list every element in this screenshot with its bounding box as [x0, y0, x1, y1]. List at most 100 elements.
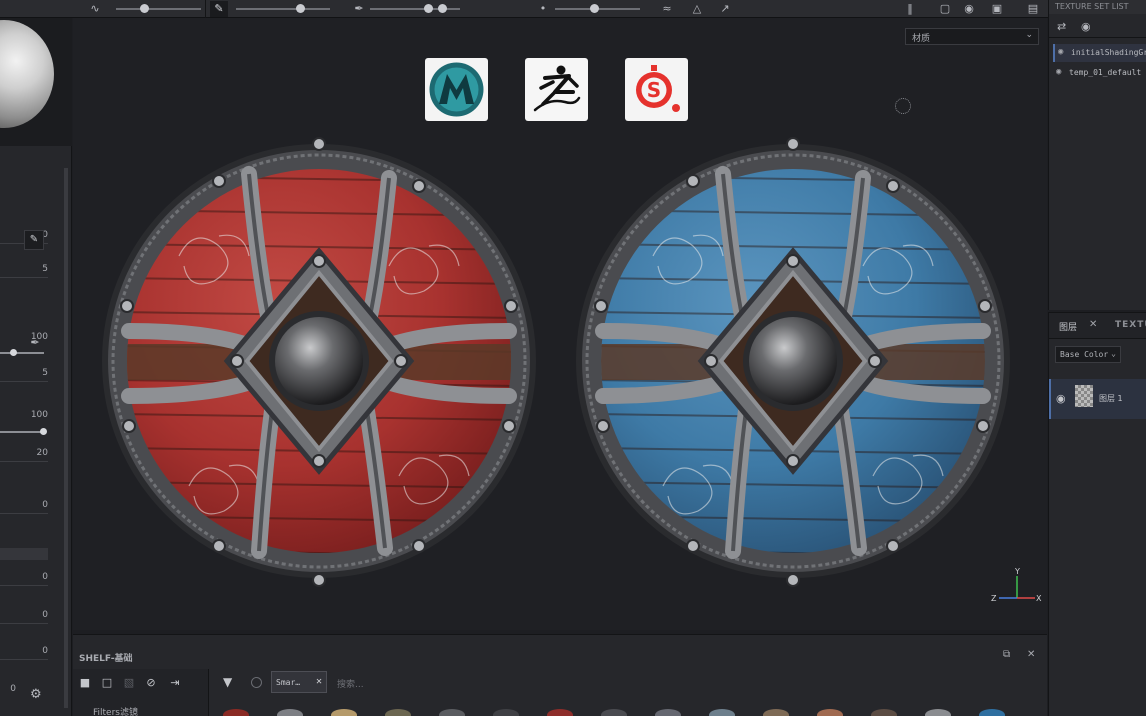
layer-name[interactable]: 图层 1 — [1099, 393, 1123, 404]
stroke-value[interactable]: 5 — [42, 368, 48, 378]
texture-set-item[interactable]: ◉ temp_01_default — [1053, 64, 1146, 82]
delete-icon[interactable]: ▧ — [121, 675, 137, 691]
jitter-property[interactable]: 0 — [0, 570, 60, 586]
spacing-property[interactable]: 5 — [0, 262, 60, 278]
property-underline — [0, 381, 48, 382]
texture-set-toolbar: ⇄ ◉ — [1049, 16, 1146, 38]
material-swatch[interactable] — [277, 709, 303, 716]
layer-row[interactable]: ◉ 图层 1 — [1049, 379, 1146, 419]
filter-icon[interactable]: ▼ — [223, 675, 232, 689]
chevron-down-icon: ⌄ — [1111, 349, 1116, 358]
tab-layers[interactable]: 图层 — [1059, 320, 1077, 333]
toolbar-flow-knob[interactable] — [296, 4, 305, 13]
material-swatch[interactable] — [493, 709, 519, 716]
angle-property[interactable]: 0 — [0, 498, 60, 514]
opacity-slider[interactable] — [0, 431, 44, 433]
symmetry-icon[interactable]: ≈ — [660, 2, 674, 15]
hide-icon[interactable]: ⊘ — [143, 675, 159, 691]
texture-set-item[interactable]: ◉ initialShadingGroup — [1053, 44, 1146, 62]
material-swatch[interactable] — [817, 709, 843, 716]
eye-icon[interactable]: ◉ — [1056, 392, 1066, 405]
texture-set-label: temp_01_default — [1069, 68, 1142, 77]
material-swatch[interactable] — [547, 709, 573, 716]
brush-tool-icon[interactable]: ✎ — [210, 1, 228, 17]
close-icon[interactable]: ✕ — [1089, 319, 1097, 330]
hardness-value[interactable]: 20 — [37, 448, 48, 458]
new-file-icon[interactable]: □ — [99, 675, 115, 691]
3d-viewport[interactable]: 材质 ⌄ S Y Z X — [73, 18, 1047, 630]
material-select[interactable]: 材质 ⌄ — [905, 28, 1039, 45]
stroke-property[interactable]: 5 — [0, 366, 60, 382]
eye-icon[interactable]: ◉ — [1058, 47, 1063, 57]
folder-icon[interactable]: ■ — [77, 675, 93, 691]
material-swatch[interactable] — [763, 709, 789, 716]
render-icon[interactable]: ◉ — [962, 2, 976, 15]
import-icon[interactable]: ⇥ — [167, 675, 183, 691]
material-swatch[interactable] — [439, 709, 465, 716]
eye-icon[interactable]: ◉ — [1056, 67, 1061, 77]
material-swatch[interactable] — [655, 709, 681, 716]
opacity-property[interactable]: 100 — [0, 408, 60, 424]
material-swatch[interactable] — [925, 709, 951, 716]
lazy-mouse-icon[interactable]: ↗ — [718, 2, 732, 15]
material-swatch[interactable] — [601, 709, 627, 716]
flow-slider[interactable] — [0, 352, 44, 354]
layers-panel: 图层 ✕ TEXTURE Base Color ⌄ ◉ 图层 1 — [1048, 312, 1146, 716]
toolbar-spacing-knob[interactable] — [590, 4, 599, 13]
scatter-property[interactable]: 0 — [0, 608, 60, 624]
material-swatch[interactable] — [331, 709, 357, 716]
close-icon[interactable]: ✕ — [1027, 649, 1035, 660]
rotation-value[interactable]: 0 — [42, 646, 48, 656]
spacing-value[interactable]: 5 — [42, 264, 48, 274]
pen-pressure-icon[interactable]: ✒ — [28, 336, 42, 349]
rivet — [230, 354, 244, 368]
rotation-property[interactable]: 0 — [0, 644, 60, 660]
rivet — [976, 419, 990, 433]
screenshot-icon[interactable]: ▣ — [990, 2, 1004, 15]
toolbar-size-knob[interactable] — [140, 4, 149, 13]
svg-text:X: X — [1036, 594, 1042, 603]
toolbar-flow-slider[interactable] — [236, 8, 330, 10]
material-swatch[interactable] — [223, 709, 249, 716]
filters-label[interactable]: Filters滤镜 — [93, 705, 138, 716]
search-input[interactable]: 搜索... — [337, 677, 364, 690]
property-bar[interactable] — [0, 548, 48, 560]
eye-icon[interactable]: ◉ — [1081, 20, 1091, 33]
material-swatch[interactable] — [871, 709, 897, 716]
pen-icon[interactable]: ✒ — [352, 2, 366, 15]
tab-texture[interactable]: TEXTURE — [1115, 320, 1146, 330]
toolbar-opacity-knob[interactable] — [424, 4, 433, 13]
hardness-property[interactable]: 20 — [0, 446, 60, 462]
opacity-slider-knob[interactable] — [40, 428, 47, 435]
rivet — [704, 354, 718, 368]
camera-icon[interactable]: ▢ — [938, 2, 952, 15]
circle-icon[interactable] — [251, 677, 262, 688]
gear-icon[interactable]: ⚙ — [30, 687, 42, 702]
toolbar-size-slider[interactable] — [116, 8, 201, 10]
flow-slider-knob[interactable] — [10, 349, 17, 356]
scatter-value[interactable]: 0 — [42, 610, 48, 620]
close-icon[interactable]: ✕ — [316, 676, 322, 687]
angle-value[interactable]: 0 — [42, 500, 48, 510]
jitter-value[interactable]: 0 — [42, 572, 48, 582]
dot-icon[interactable]: • — [536, 2, 550, 15]
pressure-icon[interactable]: ∿ — [88, 2, 102, 15]
material-swatch[interactable] — [979, 709, 1005, 716]
toolbar-hardness-knob[interactable] — [438, 4, 447, 13]
blue-shield[interactable] — [573, 106, 1013, 606]
property-underline — [0, 461, 48, 462]
channel-select[interactable]: Base Color ⌄ — [1055, 346, 1121, 363]
offset-value[interactable]: 0 — [10, 684, 16, 694]
filter-chip[interactable]: Smar… ✕ — [271, 671, 327, 693]
opacity-value[interactable]: 100 — [31, 410, 48, 420]
brush-button[interactable]: ✎ — [24, 230, 44, 250]
settings-icon[interactable]: ▤ — [1026, 2, 1040, 15]
maximize-icon[interactable]: ⧉ — [1003, 649, 1010, 660]
pause-icon[interactable]: ‖ — [903, 2, 917, 15]
material-swatch[interactable] — [709, 709, 735, 716]
mirror-icon[interactable]: △ — [690, 2, 704, 15]
material-swatch[interactable] — [385, 709, 411, 716]
link-icon[interactable]: ⇄ — [1057, 20, 1066, 33]
red-shield[interactable] — [99, 106, 539, 606]
panel-scrollbar[interactable] — [64, 168, 68, 708]
